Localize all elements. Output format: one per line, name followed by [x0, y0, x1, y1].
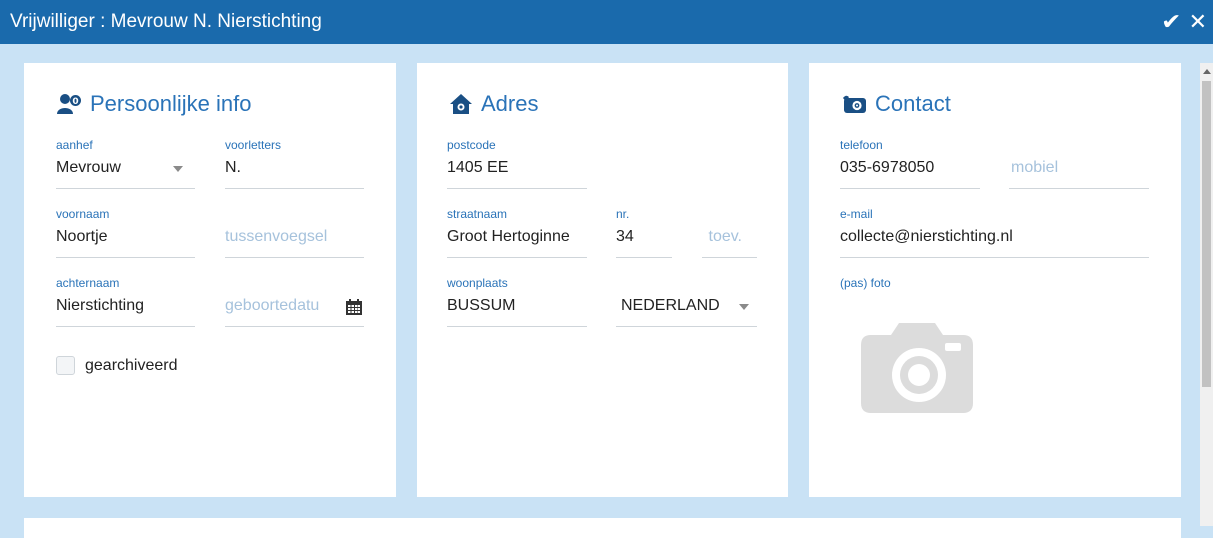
- geboortedatum-input[interactable]: geboortedatu: [225, 291, 364, 327]
- achternaam-label: achternaam: [56, 276, 120, 290]
- telefoon-field[interactable]: telefoon 035-6978050: [840, 138, 980, 189]
- toev-field[interactable]: toev.: [702, 207, 757, 258]
- close-icon[interactable]: ✕: [1189, 11, 1207, 33]
- toev-input[interactable]: toev.: [702, 222, 757, 258]
- person-info-icon: 0: [57, 94, 81, 114]
- postcode-label: postcode: [447, 138, 496, 152]
- email-field[interactable]: e-mail collecte@nierstichting.nl: [840, 207, 1149, 258]
- postcode-field[interactable]: postcode 1405 EE: [447, 138, 587, 189]
- address-header: Adres: [449, 89, 538, 119]
- land-field[interactable]: NEDERLAND: [616, 276, 757, 327]
- telefoon-label: telefoon: [840, 138, 883, 152]
- voornaam-input[interactable]: Noortje: [56, 222, 195, 258]
- nr-label: nr.: [616, 207, 630, 221]
- scroll-up-icon[interactable]: [1203, 69, 1211, 74]
- chevron-down-icon: [739, 304, 749, 310]
- address-card: Adres postcode 1405 EE straatnaam Groot …: [417, 63, 788, 497]
- aanhef-select[interactable]: Mevrouw: [56, 153, 195, 189]
- address-title: Adres: [481, 91, 539, 116]
- geboortedatum-placeholder: geboortedatu: [225, 297, 320, 314]
- archived-checkbox[interactable]: [56, 356, 75, 375]
- voornaam-field[interactable]: voornaam Noortje: [56, 207, 195, 258]
- geboortedatum-field[interactable]: geboortedatu: [225, 276, 364, 327]
- straatnaam-label: straatnaam: [447, 207, 508, 221]
- achternaam-field[interactable]: achternaam Nierstichting: [56, 276, 195, 327]
- tussenvoegsel-input[interactable]: tussenvoegsel: [225, 222, 364, 258]
- achternaam-input[interactable]: Nierstichting: [56, 291, 195, 327]
- land-value: NEDERLAND: [621, 297, 720, 314]
- bottom-panel: [24, 518, 1181, 538]
- window-actions: ✔ ✕: [1161, 0, 1207, 44]
- nr-input[interactable]: 34: [616, 222, 672, 258]
- woonplaats-field[interactable]: woonplaats BUSSUM: [447, 276, 587, 327]
- nr-field[interactable]: nr. 34: [616, 207, 672, 258]
- straatnaam-field[interactable]: straatnaam Groot Hertoginne: [447, 207, 587, 258]
- aanhef-field[interactable]: aanhef Mevrouw: [56, 138, 195, 189]
- camera-icon[interactable]: [861, 323, 973, 413]
- aanhef-label: aanhef: [56, 138, 93, 152]
- voorletters-label: voorletters: [225, 138, 282, 152]
- woonplaats-label: woonplaats: [447, 276, 508, 290]
- telefoon-input[interactable]: 035-6978050: [840, 153, 980, 189]
- mobiel-field[interactable]: mobiel: [1009, 138, 1149, 189]
- vertical-scrollbar[interactable]: [1200, 63, 1213, 526]
- calendar-icon[interactable]: [346, 299, 362, 315]
- aanhef-value: Mevrouw: [56, 159, 121, 176]
- mobiel-input[interactable]: mobiel: [1009, 153, 1149, 189]
- home-icon: [450, 94, 472, 114]
- voornaam-label: voornaam: [56, 207, 110, 221]
- contact-card-icon: [843, 95, 866, 113]
- contact-card: Contact telefoon 035-6978050 mobiel e-ma…: [809, 63, 1181, 497]
- window-titlebar: Vrijwilliger : Mevrouw N. Nierstichting …: [0, 0, 1213, 44]
- tussenvoegsel-field[interactable]: tussenvoegsel: [225, 207, 364, 258]
- chevron-down-icon: [173, 166, 183, 172]
- archived-checkbox-row[interactable]: gearchiveerd: [56, 356, 178, 375]
- photo-label: (pas) foto: [840, 276, 891, 290]
- personal-info-header: 0 Persoonlijke info: [56, 89, 251, 119]
- check-icon[interactable]: ✔: [1161, 11, 1181, 33]
- postcode-input[interactable]: 1405 EE: [447, 153, 587, 189]
- personal-info-title: Persoonlijke info: [90, 91, 252, 116]
- email-input[interactable]: collecte@nierstichting.nl: [840, 222, 1149, 258]
- scrollbar-thumb[interactable]: [1202, 81, 1211, 387]
- personal-info-card: 0 Persoonlijke info aanhef Mevrouw voorl…: [24, 63, 396, 497]
- voorletters-field[interactable]: voorletters N.: [225, 138, 364, 189]
- svg-text:0: 0: [72, 97, 78, 107]
- window-title: Vrijwilliger : Mevrouw N. Nierstichting: [10, 11, 322, 32]
- archived-label: gearchiveerd: [85, 356, 178, 374]
- woonplaats-input[interactable]: BUSSUM: [447, 291, 587, 327]
- contact-header: Contact: [841, 89, 951, 119]
- straatnaam-input[interactable]: Groot Hertoginne: [447, 222, 587, 258]
- email-label: e-mail: [840, 207, 873, 221]
- voorletters-input[interactable]: N.: [225, 153, 364, 189]
- land-select[interactable]: NEDERLAND: [616, 291, 757, 327]
- contact-title: Contact: [875, 91, 951, 116]
